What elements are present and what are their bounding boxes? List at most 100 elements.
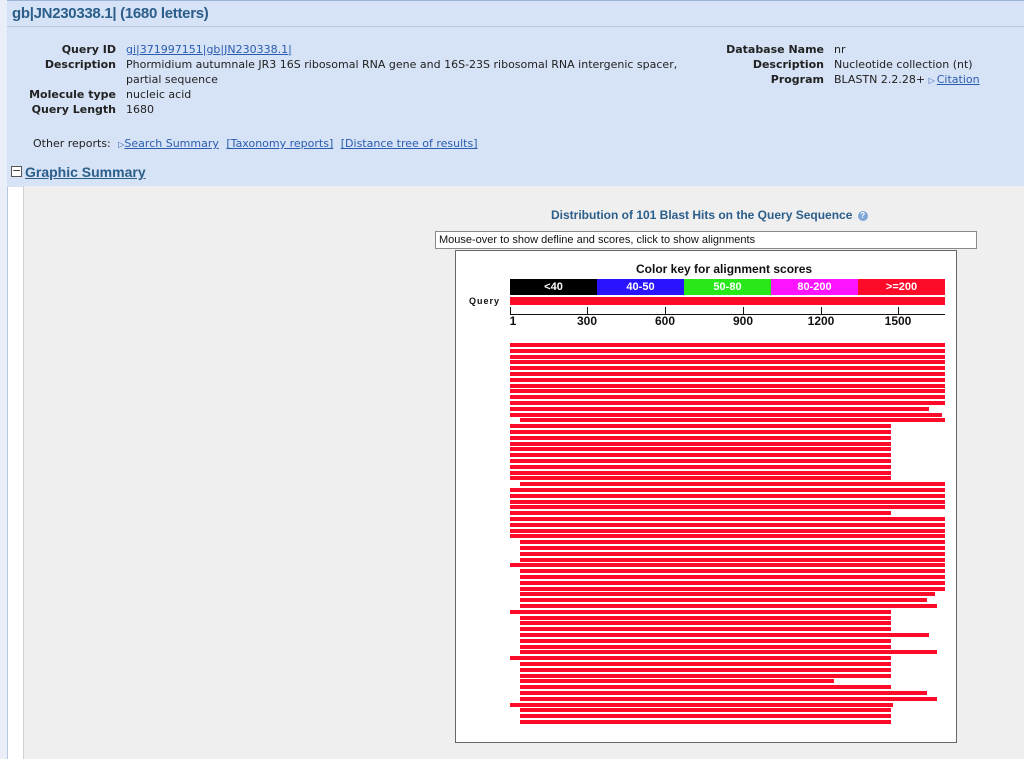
search-summary-link[interactable]: Search Summary <box>124 137 218 150</box>
blast-hit-bar[interactable] <box>520 696 938 701</box>
blast-hit-bar[interactable] <box>520 575 945 579</box>
color-key-cell: <40 <box>510 279 597 295</box>
page-title: gb|JN230338.1| (1680 letters) <box>12 5 209 22</box>
molecule-type-label: Molecule type <box>29 88 116 101</box>
blast-hit-bar[interactable] <box>520 691 927 695</box>
distance-tree-link[interactable]: [Distance tree of results] <box>341 137 478 150</box>
blast-hit-bar[interactable] <box>520 569 945 574</box>
blast-hit-bar[interactable] <box>520 546 945 550</box>
blast-hit-bar[interactable] <box>520 720 891 724</box>
blast-hit-bar[interactable] <box>520 418 945 423</box>
molecule-type-row: Molecule type nucleic acid <box>16 87 696 102</box>
blast-hit-bar[interactable] <box>520 604 938 608</box>
distribution-title: Distribution of 101 Blast Hits on the Qu… <box>551 208 868 222</box>
blast-hit-bar[interactable] <box>520 679 834 684</box>
blast-hit-bar[interactable] <box>510 470 891 475</box>
blast-hit-bar[interactable] <box>510 476 891 481</box>
blast-hit-bar[interactable] <box>520 638 891 643</box>
blast-hit-bar[interactable] <box>520 685 891 690</box>
program-value: BLASTN 2.2.28+ <box>834 73 926 86</box>
db-description-label: Description <box>752 58 824 71</box>
blast-hit-bar[interactable] <box>520 714 891 719</box>
blast-hit-bar[interactable] <box>510 493 945 498</box>
blast-hit-bar[interactable] <box>520 650 938 655</box>
blast-hit-bar[interactable] <box>510 430 891 434</box>
blast-hit-bar[interactable] <box>510 343 945 347</box>
blast-hit-bar[interactable] <box>520 633 930 637</box>
molecule-type-value: nucleic acid <box>126 88 192 101</box>
blast-hit-bar[interactable] <box>510 528 945 533</box>
blast-hit-bar[interactable] <box>510 366 945 371</box>
blast-hit-bar[interactable] <box>520 708 891 713</box>
db-description-value: Nucleotide collection (nt) <box>834 58 973 71</box>
color-key-cell: 80-200 <box>771 279 858 295</box>
blast-hit-bar[interactable] <box>510 360 945 365</box>
blast-hit-bar[interactable] <box>520 644 891 649</box>
graphic-summary-heading[interactable]: Graphic Summary <box>25 164 146 180</box>
blast-hit-bar[interactable] <box>510 377 945 382</box>
blast-hit-bar[interactable] <box>510 424 891 429</box>
blast-hit-bar[interactable] <box>520 592 935 597</box>
blast-hit-bar[interactable] <box>520 662 891 666</box>
x-axis-tick-label: 1 <box>509 314 517 328</box>
blast-hit-bar[interactable] <box>510 511 891 516</box>
blast-hit-bar[interactable] <box>510 464 891 469</box>
blast-hit-bar[interactable] <box>510 412 943 417</box>
defline-display-field[interactable]: Mouse-over to show defline and scores, c… <box>435 231 977 249</box>
blast-hit-bar[interactable] <box>520 667 891 672</box>
blast-hit-bar[interactable] <box>510 534 945 539</box>
blast-hit-bar[interactable] <box>510 505 945 510</box>
blast-hit-bar[interactable] <box>520 557 945 562</box>
database-name-value: nr <box>834 43 846 56</box>
blast-hit-bar[interactable] <box>510 517 945 521</box>
taxonomy-reports-link[interactable]: [Taxonomy reports] <box>226 137 333 150</box>
collapse-toggle-icon[interactable]: − <box>11 165 22 177</box>
blast-hit-bar[interactable] <box>510 406 930 411</box>
blast-hit-bar[interactable] <box>510 372 945 376</box>
x-axis-line <box>510 314 945 315</box>
blast-hit-bar[interactable] <box>520 598 927 603</box>
x-axis-tick-label: 600 <box>654 314 676 328</box>
blast-hit-bar[interactable] <box>510 435 891 440</box>
blast-hit-bar[interactable] <box>520 482 945 487</box>
color-key-cell: >=200 <box>858 279 945 295</box>
blast-hit-bar[interactable] <box>510 441 891 446</box>
database-name-row: Database Name nr <box>716 42 980 57</box>
query-label: Query <box>469 296 501 306</box>
blast-hit-bar[interactable] <box>510 702 894 707</box>
blast-hit-bar[interactable] <box>510 609 891 614</box>
blast-hit-bar[interactable] <box>520 580 945 585</box>
query-info: Query ID gi|371997151|gb|JN230338.1| Des… <box>16 42 696 117</box>
blast-hit-bar[interactable] <box>510 459 891 463</box>
blast-hit-bar[interactable] <box>520 551 945 556</box>
triangle-right-icon: ▷ <box>928 76 935 85</box>
blast-hit-bar[interactable] <box>510 354 945 359</box>
citation-link[interactable]: Citation <box>937 73 980 86</box>
blast-hit-bar[interactable] <box>520 615 891 620</box>
x-axis-tick-label: 1500 <box>884 314 912 328</box>
help-icon[interactable]: ? <box>857 210 868 221</box>
blast-hit-bar[interactable] <box>510 389 945 394</box>
x-axis-tick-label: 1200 <box>807 314 835 328</box>
blast-hit-bar[interactable] <box>520 673 891 678</box>
blast-hit-bar[interactable] <box>510 563 945 568</box>
query-id-link[interactable]: gi|371997151|gb|JN230338.1| <box>126 43 292 56</box>
blast-hit-bar[interactable] <box>510 348 945 353</box>
blast-hit-bar[interactable] <box>520 586 945 591</box>
blast-hit-bar[interactable] <box>510 488 945 492</box>
blast-hit-bar[interactable] <box>510 401 945 405</box>
blast-hit-bar[interactable] <box>520 621 891 626</box>
blast-hit-bar[interactable] <box>510 383 945 388</box>
blast-hit-bar[interactable] <box>510 395 945 400</box>
blast-hit-bar[interactable] <box>520 627 891 632</box>
x-axis-tick-label: 300 <box>576 314 598 328</box>
blast-hit-bar[interactable] <box>510 453 891 458</box>
blast-hit-bar[interactable] <box>510 656 891 661</box>
blast-hit-bar[interactable] <box>510 522 945 527</box>
title-divider <box>7 26 1024 27</box>
blast-hit-bar[interactable] <box>510 447 891 452</box>
distribution-title-text: Distribution of 101 Blast Hits on the Qu… <box>551 208 853 222</box>
description-row: Description Phormidium autumnale JR3 16S… <box>16 57 696 87</box>
blast-hit-bar[interactable] <box>510 499 945 504</box>
blast-hit-bar[interactable] <box>520 540 945 545</box>
